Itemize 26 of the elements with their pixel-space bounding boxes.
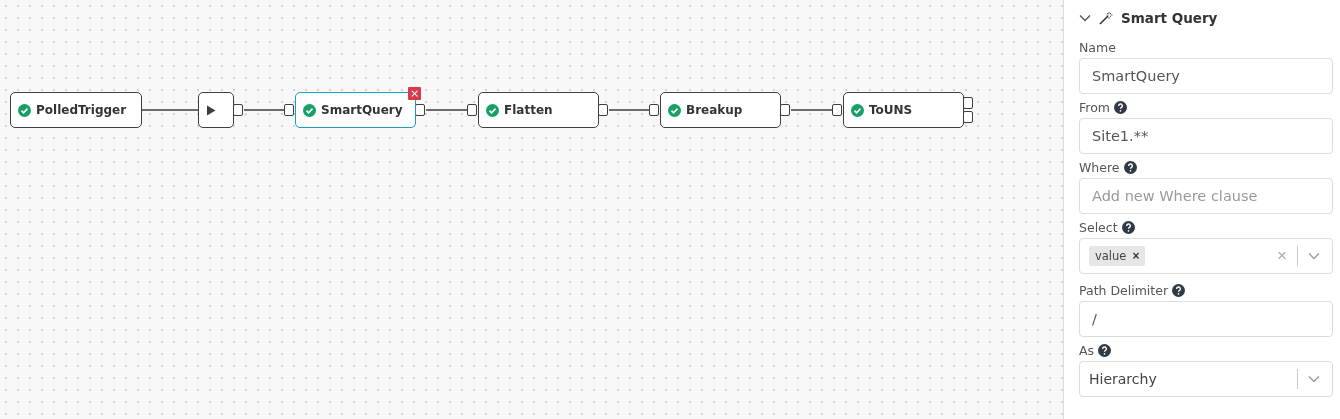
node-label: Flatten — [504, 103, 553, 117]
select-value: Hierarchy — [1089, 371, 1158, 387]
field-label: Where — [1079, 160, 1120, 175]
field-label: From — [1079, 100, 1110, 115]
text-field[interactable]: Add new Where clause — [1079, 178, 1333, 214]
flow-node[interactable]: ToUNS — [843, 92, 964, 128]
flow-node[interactable]: Breakup — [660, 92, 781, 128]
delete-button[interactable]: × — [408, 87, 421, 100]
node-label: ToUNS — [869, 103, 913, 117]
text-field[interactable]: Site1.** — [1079, 118, 1333, 154]
node-label: Breakup — [686, 103, 743, 117]
field-label: Select — [1079, 220, 1118, 235]
remove-tag-button[interactable]: × — [1132, 249, 1140, 263]
node-label: PolledTrigger — [36, 103, 127, 117]
text-field[interactable]: SmartQuery — [1079, 58, 1333, 94]
flow-node[interactable]: Flatten — [478, 92, 599, 128]
multi-select-field[interactable]: value × × — [1079, 238, 1333, 274]
tag-label: value — [1095, 249, 1127, 263]
panel-title: Smart Query — [1121, 10, 1218, 26]
node-label: SmartQuery — [321, 103, 403, 117]
field-label: Name — [1079, 40, 1116, 55]
text-field[interactable]: / — [1079, 301, 1333, 337]
field-label: As — [1079, 343, 1095, 358]
flow-node[interactable]: PolledTrigger — [10, 92, 142, 128]
field-label: Path Delimiter — [1079, 283, 1169, 298]
select-field[interactable]: Hierarchy — [1079, 361, 1333, 397]
